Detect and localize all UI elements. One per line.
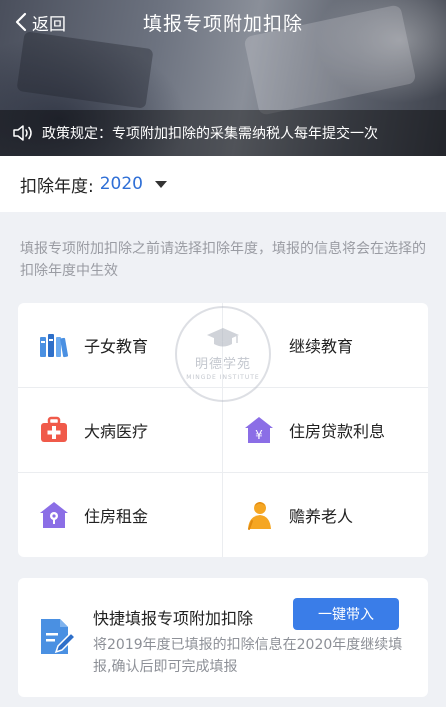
books-icon [40, 334, 69, 358]
category-label: 子女教育 [84, 337, 149, 356]
year-hint-text: 填报专项附加扣除之前请选择扣除年度，填报的信息将会在选择的扣除年度中生效 [20, 241, 426, 279]
category-serious-illness[interactable]: 大病医疗 [18, 388, 222, 472]
category-label: 赡养老人 [289, 507, 354, 526]
category-label: 继续教育 [289, 337, 354, 356]
quick-fill-title: 快捷填报专项附加扣除 [93, 609, 254, 628]
house-yen-icon: ¥ [245, 417, 273, 443]
category-label: 住房贷款利息 [289, 422, 386, 441]
category-children-education[interactable]: 子女教育 [18, 303, 222, 387]
speaker-icon [13, 125, 32, 141]
elder-icon [248, 502, 271, 530]
page-title: 填报专项附加扣除 [142, 13, 303, 35]
category-label: 住房租金 [84, 507, 149, 526]
year-value[interactable]: 2020 [100, 174, 143, 194]
category-elderly-support[interactable]: 赡养老人 [223, 473, 427, 557]
policy-notice: 政策规定：专项附加扣除的采集需纳税人每年提交一次 [0, 110, 446, 156]
one-click-import-button[interactable]: 一键带入 [293, 598, 399, 630]
quick-fill-description: 将2019年度已填报的扣除信息在2020年度继续填报,确认后即可完成填报 [93, 637, 403, 675]
medical-kit-icon [41, 416, 67, 442]
year-selector[interactable]: 扣除年度: 2020 [0, 156, 446, 212]
quick-fill-card: 快捷填报专项附加扣除 一键带入 将2019年度已填报的扣除信息在2020年度继续… [18, 578, 428, 697]
category-housing-rent[interactable]: 住房租金 [18, 473, 222, 557]
header-banner: 返回 填报专项附加扣除 政策规定：专项附加扣除的采集需纳税人每年提交一次 [0, 0, 446, 156]
category-housing-loan-interest[interactable]: ¥ 住房贷款利息 [223, 388, 427, 472]
document-edit-icon [41, 619, 76, 654]
caret-down-icon[interactable] [155, 180, 167, 188]
notice-text: 政策规定：专项附加扣除的采集需纳税人每年提交一次 [42, 126, 378, 142]
year-label: 扣除年度: [20, 176, 94, 197]
category-label: 大病医疗 [84, 422, 149, 441]
svg-text:¥: ¥ [255, 428, 263, 442]
deduction-category-grid: 子女教育 继续教育 大病医疗 ¥ 住房贷款利息 住房租金 赡养老人 [18, 303, 428, 557]
category-continuing-education[interactable]: 继续教育 [223, 303, 427, 387]
graduation-cap-icon [243, 329, 275, 361]
top-bar: 返回 填报专项附加扣除 [0, 0, 446, 44]
house-key-icon [40, 502, 68, 528]
